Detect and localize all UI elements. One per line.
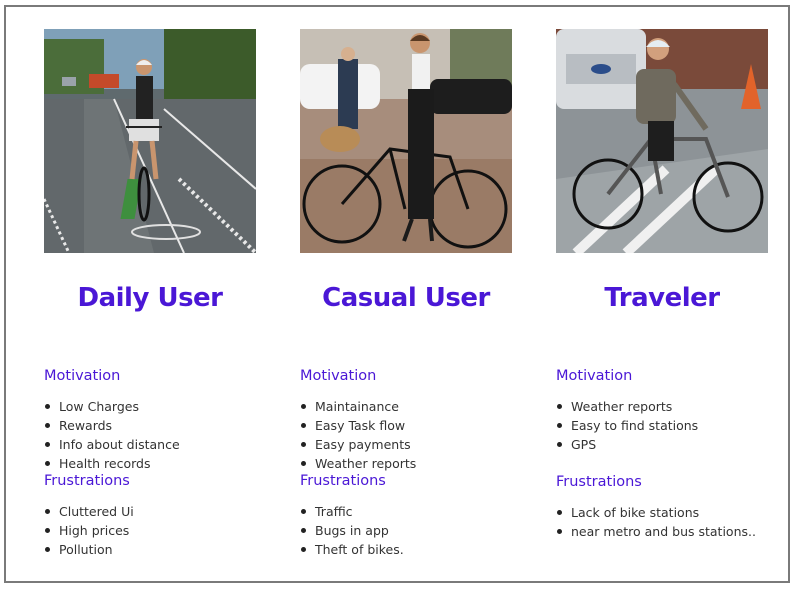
persona-board: Daily User Motivation Low Charges Reward… <box>4 5 790 583</box>
bullet-icon <box>557 404 562 409</box>
bullet-icon <box>45 528 50 533</box>
bullet-icon <box>45 547 50 552</box>
bullet-icon <box>45 461 50 466</box>
bullet-icon <box>301 461 306 466</box>
frustrations-heading: Frustrations <box>556 474 642 490</box>
motivation-list: Low Charges Rewards Info about distance … <box>44 397 180 473</box>
bullet-icon <box>45 404 50 409</box>
bullet-icon <box>301 423 306 428</box>
daily-user-photo <box>44 29 256 253</box>
list-item: GPS <box>556 435 698 454</box>
frustrations-heading: Frustrations <box>44 473 130 489</box>
list-item: Easy to find stations <box>556 416 698 435</box>
list-item: Health records <box>44 454 180 473</box>
list-item: near metro and bus stations.. <box>556 522 756 541</box>
list-item: Traffic <box>300 502 404 521</box>
bullet-icon <box>557 442 562 447</box>
list-item: Low Charges <box>44 397 180 416</box>
motivation-list: Weather reports Easy to find stations GP… <box>556 397 698 454</box>
frustrations-list: Cluttered Ui High prices Pollution <box>44 502 134 559</box>
list-item: Rewards <box>44 416 180 435</box>
persona-title: Daily User <box>77 283 224 313</box>
persona-title: Casual User <box>322 283 490 313</box>
bullet-icon <box>301 442 306 447</box>
motivation-heading: Motivation <box>300 368 377 384</box>
list-item: Cluttered Ui <box>44 502 134 521</box>
bullet-icon <box>301 509 306 514</box>
bullet-icon <box>301 528 306 533</box>
bullet-icon <box>301 404 306 409</box>
list-item: Easy Task flow <box>300 416 416 435</box>
frustrations-list: Traffic Bugs in app Theft of bikes. <box>300 502 404 559</box>
persona-title: Traveler <box>604 283 720 313</box>
motivation-heading: Motivation <box>556 368 633 384</box>
bullet-icon <box>45 509 50 514</box>
motivation-list: Maintainance Easy Task flow Easy payment… <box>300 397 416 473</box>
list-item: Maintainance <box>300 397 416 416</box>
bullet-icon <box>557 423 562 428</box>
bullet-icon <box>557 529 562 534</box>
traveler-photo <box>556 29 768 253</box>
list-item: Pollution <box>44 540 134 559</box>
list-item: Bugs in app <box>300 521 404 540</box>
bullet-icon <box>45 442 50 447</box>
frustrations-list: Lack of bike stations near metro and bus… <box>556 503 756 541</box>
list-item: Lack of bike stations <box>556 503 756 522</box>
list-item: Info about distance <box>44 435 180 454</box>
bullet-icon <box>301 547 306 552</box>
casual-user-photo <box>300 29 512 253</box>
motivation-heading: Motivation <box>44 368 121 384</box>
bullet-icon <box>45 423 50 428</box>
list-item: Weather reports <box>300 454 416 473</box>
frustrations-heading: Frustrations <box>300 473 386 489</box>
bullet-icon <box>557 510 562 515</box>
list-item: High prices <box>44 521 134 540</box>
list-item: Easy payments <box>300 435 416 454</box>
list-item: Theft of bikes. <box>300 540 404 559</box>
list-item: Weather reports <box>556 397 698 416</box>
